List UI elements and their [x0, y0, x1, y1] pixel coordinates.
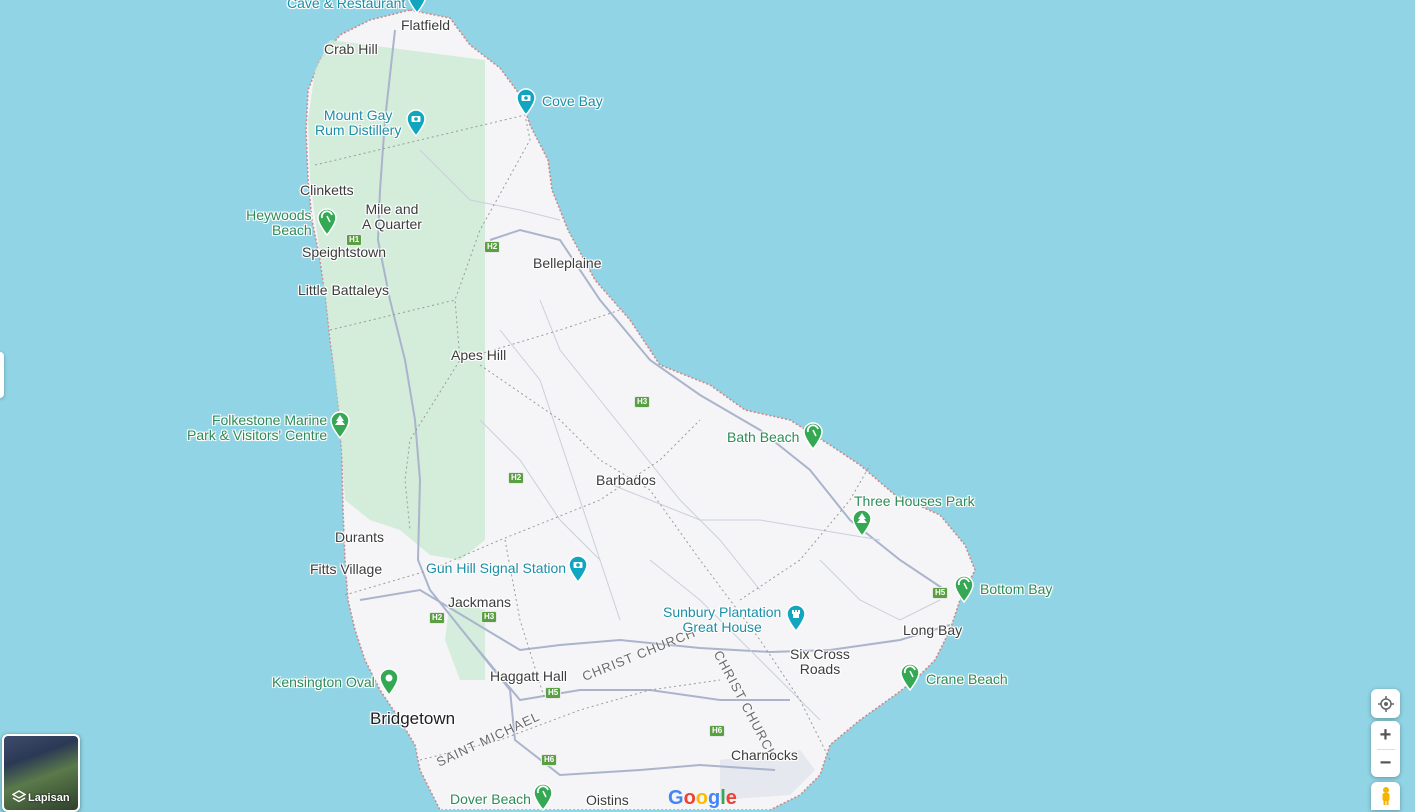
poi-mount-gay-rum-distillery[interactable]: Mount Gay Rum Distillery	[315, 108, 401, 138]
poi-three-houses-park[interactable]: Three Houses Park	[854, 494, 975, 509]
layers-button[interactable]: Lapisan	[2, 734, 80, 812]
place-bridgetown[interactable]: Bridgetown	[370, 710, 455, 727]
layers-icon	[12, 790, 26, 803]
beach-umbrella-pin-icon[interactable]	[802, 422, 824, 450]
beach-umbrella-pin-icon[interactable]	[899, 663, 921, 691]
layers-label: Lapisan	[28, 792, 70, 804]
place-mile-and-a-quarter[interactable]: Mile and A Quarter	[362, 202, 422, 232]
place-clinketts[interactable]: Clinketts	[300, 183, 354, 198]
zoom-out-button[interactable]: −	[1371, 750, 1400, 777]
place-six-cross-roads[interactable]: Six Cross Roads	[790, 647, 850, 677]
poi-heywoods-line1: Heywoods	[246, 207, 312, 223]
place-flatfield[interactable]: Flatfield	[401, 18, 450, 33]
poi-crane-beach[interactable]: Crane Beach	[926, 672, 1008, 687]
poi-mount-gay-line1: Mount Gay	[323, 107, 393, 123]
road-shield-h3: H3	[634, 396, 651, 408]
beach-umbrella-pin-icon[interactable]	[532, 783, 554, 811]
poi-heywoods-beach[interactable]: Heywoods Beach	[246, 208, 312, 238]
poi-folkestone-line1: Folkestone Marine	[211, 412, 328, 428]
camera-pin-icon[interactable]	[406, 0, 428, 14]
road-shield-h3: H3	[481, 611, 498, 623]
poi-cove-bay[interactable]: Cove Bay	[542, 94, 603, 109]
poi-folkestone-marine-park[interactable]: Folkestone Marine Park & Visitors' Centr…	[187, 413, 327, 443]
road-shield-h6: H6	[541, 754, 558, 766]
beach-umbrella-pin-icon[interactable]	[953, 575, 975, 603]
place-six-cross-roads-line1: Six Cross	[790, 646, 850, 662]
poi-kensington-oval[interactable]: Kensington Oval	[272, 675, 375, 690]
road-shield-h2: H2	[508, 472, 525, 484]
place-haggatt-hall[interactable]: Haggatt Hall	[490, 669, 567, 684]
place-apes-hill[interactable]: Apes Hill	[451, 348, 506, 363]
camera-pin-icon[interactable]	[405, 109, 427, 137]
stadium-pin-icon[interactable]	[378, 668, 400, 696]
poi-dover-beach[interactable]: Dover Beach	[450, 792, 531, 807]
landmark-pin-icon[interactable]	[785, 604, 807, 632]
road-shield-h5: H5	[932, 587, 949, 599]
google-logo: Google	[668, 787, 737, 809]
place-barbados[interactable]: Barbados	[596, 473, 656, 488]
place-little-battaleys[interactable]: Little Battaleys	[298, 283, 389, 298]
poi-sunbury-line2: Great House	[682, 619, 762, 635]
poi-heywoods-line2: Beach	[272, 222, 312, 238]
poi-folkestone-line2: Park & Visitors' Centre	[187, 427, 328, 443]
place-charnocks[interactable]: Charnocks	[731, 748, 798, 763]
place-six-cross-roads-line2: Roads	[799, 661, 841, 677]
beach-umbrella-pin-icon[interactable]	[316, 208, 338, 236]
poi-bath-beach[interactable]: Bath Beach	[727, 430, 799, 445]
place-fitts-village[interactable]: Fitts Village	[310, 562, 382, 577]
camera-pin-icon[interactable]	[567, 555, 589, 583]
place-mile-and-a-quarter-line1: Mile and	[365, 201, 419, 217]
place-oistins[interactable]: Oistins	[586, 793, 629, 808]
street-view-pegman-button[interactable]	[1371, 782, 1400, 810]
tree-pin-icon[interactable]	[851, 509, 873, 537]
poi-sunbury-line1: Sunbury Plantation	[663, 604, 782, 620]
poi-sunbury-plantation[interactable]: Sunbury Plantation Great House	[663, 605, 781, 635]
poi-gun-hill-signal-station[interactable]: Gun Hill Signal Station	[426, 561, 566, 576]
map-canvas[interactable]	[0, 0, 1415, 810]
crosshair-icon	[1377, 695, 1394, 712]
zoom-controls: + −	[1371, 721, 1400, 777]
place-jackmans[interactable]: Jackmans	[448, 595, 511, 610]
place-crab-hill[interactable]: Crab Hill	[324, 42, 378, 57]
road-shield-h2: H2	[484, 241, 501, 253]
place-long-bay[interactable]: Long Bay	[903, 623, 962, 638]
place-mile-and-a-quarter-line2: A Quarter	[362, 216, 422, 232]
my-location-button[interactable]	[1371, 689, 1400, 718]
poi-bottom-bay[interactable]: Bottom Bay	[980, 582, 1052, 597]
side-panel-toggle[interactable]	[0, 352, 4, 398]
camera-pin-icon[interactable]	[515, 88, 537, 116]
tree-pin-icon[interactable]	[329, 411, 351, 439]
road-shield-h5: H5	[545, 687, 562, 699]
road-shield-h2: H2	[429, 612, 446, 624]
road-shield-h6: H6	[709, 725, 726, 737]
place-belleplaine[interactable]: Belleplaine	[533, 256, 602, 271]
poi-mount-gay-line2: Rum Distillery	[315, 122, 402, 138]
poi-cave-restaurant[interactable]: Cave & Restaurant	[287, 0, 405, 11]
place-durants[interactable]: Durants	[335, 530, 384, 545]
place-speightstown[interactable]: Speightstown	[302, 245, 386, 260]
pegman-icon	[1382, 787, 1389, 805]
zoom-in-button[interactable]: +	[1371, 722, 1400, 749]
